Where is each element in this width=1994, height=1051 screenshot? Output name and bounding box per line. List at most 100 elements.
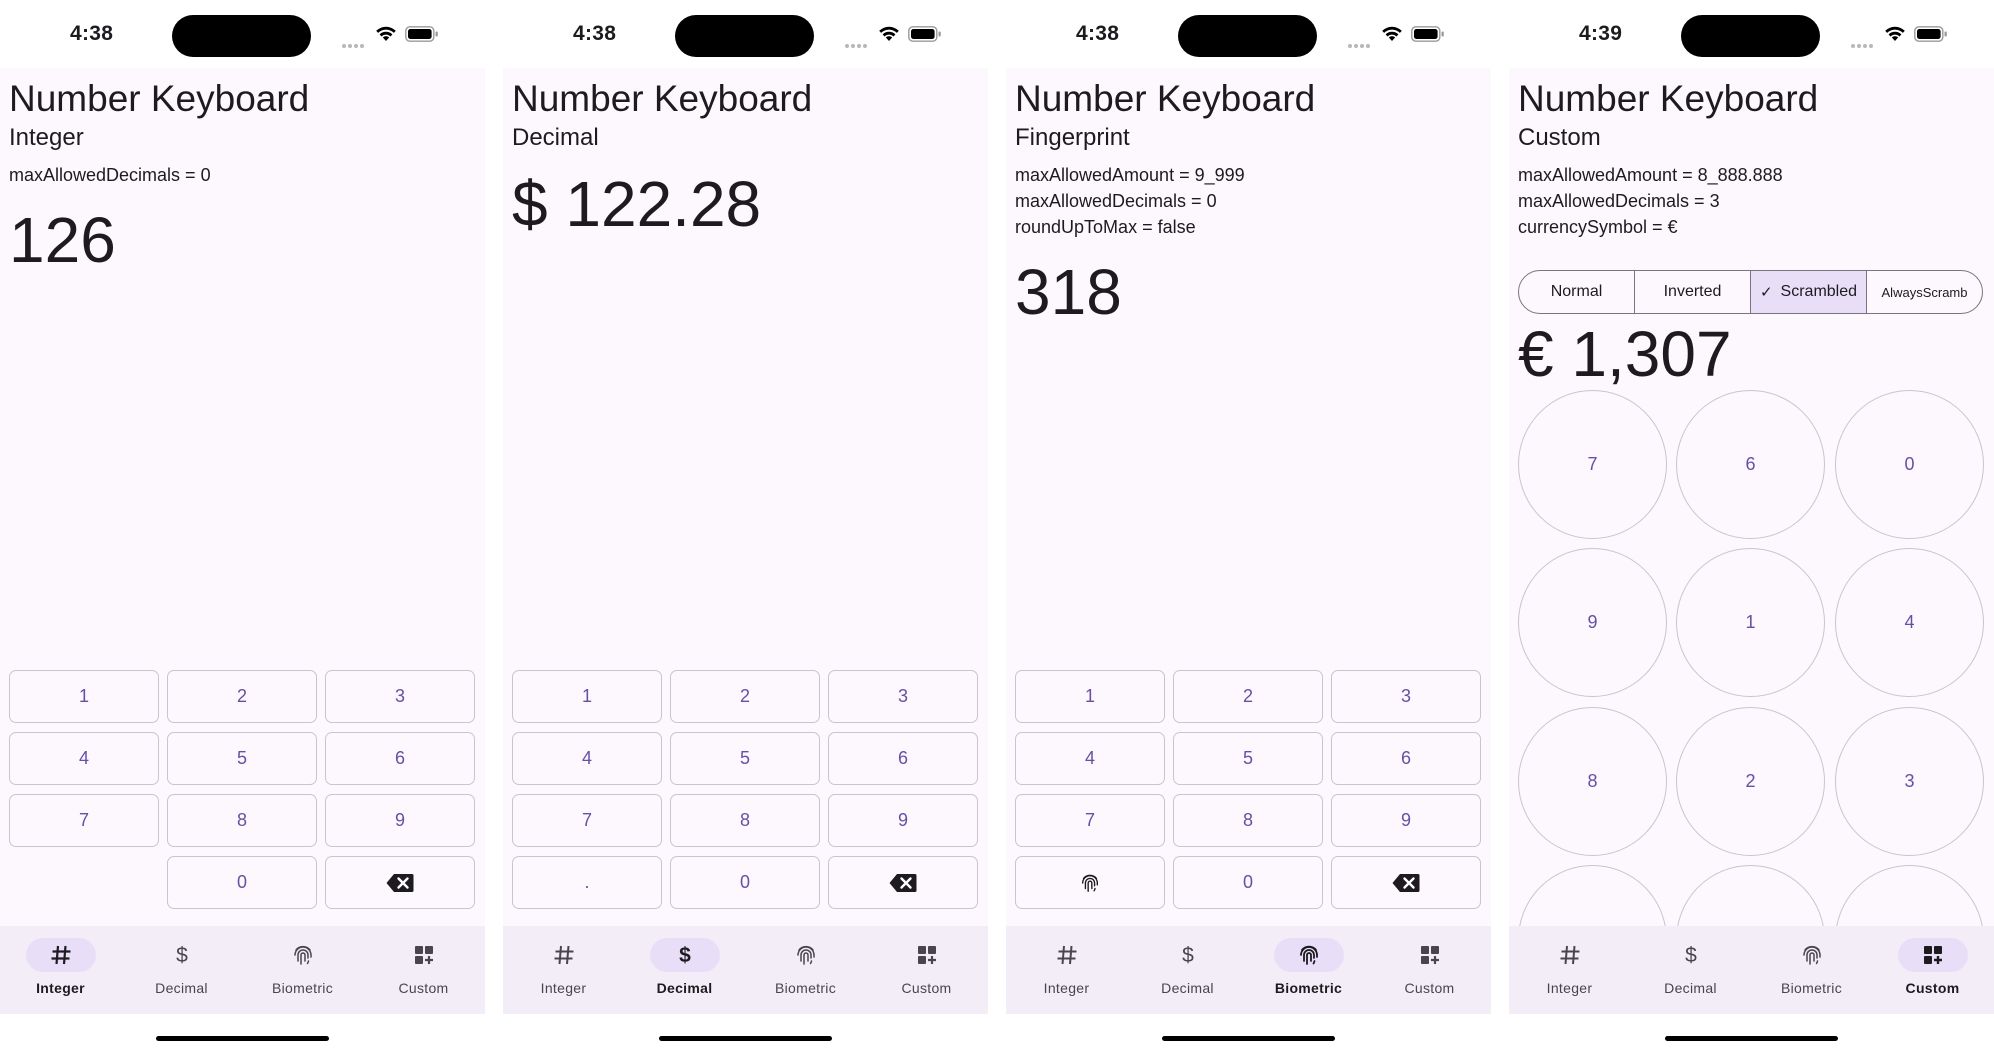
number-keypad: 1 2 3 4 5 6 7 8 9 0 — [9, 670, 475, 910]
key-partial[interactable] — [1835, 865, 1984, 926]
key-1[interactable]: 1 — [9, 670, 159, 723]
key-7[interactable]: 7 — [512, 794, 662, 847]
key-9[interactable]: 9 — [828, 794, 978, 847]
home-indicator — [1162, 1036, 1335, 1041]
key-6[interactable]: 6 — [828, 732, 978, 785]
screen: Number Keyboard Decimal $ 122.28 1 2 3 4… — [503, 68, 988, 926]
fingerprint-key[interactable] — [1015, 856, 1165, 909]
key-2[interactable]: 2 — [167, 670, 317, 723]
wifi-icon — [1382, 26, 1402, 41]
nav-label: Custom — [901, 980, 952, 996]
key-4[interactable]: 4 — [512, 732, 662, 785]
widgets-add-icon — [1924, 946, 1942, 964]
key-decimal-point[interactable]: . — [512, 856, 662, 909]
key-0[interactable]: 0 — [670, 856, 820, 909]
key-0[interactable]: 0 — [167, 856, 317, 909]
cellular-icon — [1851, 35, 1877, 48]
key-4[interactable]: 4 — [1015, 732, 1165, 785]
nav-label: Integer — [540, 980, 587, 996]
segment-normal[interactable]: Normal — [1519, 271, 1635, 313]
key-7[interactable]: 7 — [1518, 390, 1667, 539]
key-3[interactable]: 3 — [1331, 670, 1481, 723]
key-8[interactable]: 8 — [670, 794, 820, 847]
nav-indicator — [389, 938, 459, 972]
key-9[interactable]: 9 — [1331, 794, 1481, 847]
nav-item-biometric[interactable]: Biometric — [1248, 926, 1369, 1014]
nav-item-integer[interactable]: Integer — [1006, 926, 1127, 1014]
key-8[interactable]: 8 — [1518, 707, 1667, 856]
nav-item-custom[interactable]: Custom — [866, 926, 987, 1014]
segment-inverted[interactable]: Inverted — [1635, 271, 1751, 313]
key-7[interactable]: 7 — [9, 794, 159, 847]
key-2[interactable]: 2 — [670, 670, 820, 723]
nav-item-integer[interactable]: Integer — [503, 926, 624, 1014]
nav-item-biometric[interactable]: Biometric — [1751, 926, 1872, 1014]
key-2[interactable]: 2 — [1173, 670, 1323, 723]
status-time: 4:38 — [70, 22, 114, 45]
key-1[interactable]: 1 — [512, 670, 662, 723]
nav-item-decimal[interactable]: $ Decimal — [1127, 926, 1248, 1014]
phone-integer: 4:38 Number Keyboard Integer maxAllowedD… — [0, 0, 485, 1051]
key-1[interactable]: 1 — [1015, 670, 1165, 723]
key-7[interactable]: 7 — [1015, 794, 1165, 847]
backspace-icon — [889, 873, 917, 892]
key-5[interactable]: 5 — [1173, 732, 1323, 785]
nav-item-decimal[interactable]: $ Decimal — [624, 926, 745, 1014]
wifi-icon — [879, 26, 899, 41]
nav-label: Biometric — [774, 980, 837, 996]
app-title: Number Keyboard — [9, 78, 310, 119]
key-2[interactable]: 2 — [1676, 707, 1825, 856]
key-5[interactable]: 5 — [167, 732, 317, 785]
status-bar: 4:38 — [503, 0, 988, 68]
nav-item-biometric[interactable]: Biometric — [745, 926, 866, 1014]
key-0[interactable]: 0 — [1173, 856, 1323, 909]
nav-label: Decimal — [1664, 980, 1717, 996]
nav-item-custom[interactable]: Custom — [1369, 926, 1490, 1014]
key-0[interactable]: 0 — [1835, 390, 1984, 539]
key-partial[interactable] — [1518, 865, 1667, 926]
dynamic-island — [1681, 15, 1820, 57]
segment-always-scrambled[interactable]: AlwaysScramb — [1867, 271, 1982, 313]
scrambled-keypad: 7 6 0 9 1 4 8 2 3 — [1518, 390, 1988, 926]
nav-item-decimal[interactable]: $ Decimal — [121, 926, 242, 1014]
key-3[interactable]: 3 — [1835, 707, 1984, 856]
backspace-key[interactable] — [828, 856, 978, 909]
nav-item-integer[interactable]: Integer — [0, 926, 121, 1014]
phone-biometric: 4:38 Number Keyboard Fingerprint maxAllo… — [1006, 0, 1491, 1051]
key-3[interactable]: 3 — [828, 670, 978, 723]
screen-subtitle: Integer — [9, 124, 84, 151]
segment-scrambled[interactable]: ✓ Scrambled — [1751, 271, 1867, 313]
nav-indicator — [1777, 938, 1847, 972]
nav-item-decimal[interactable]: $ Decimal — [1630, 926, 1751, 1014]
key-6[interactable]: 6 — [325, 732, 475, 785]
key-5[interactable]: 5 — [670, 732, 820, 785]
nav-item-custom[interactable]: Custom — [363, 926, 484, 1014]
hash-icon — [554, 945, 574, 965]
nav-item-integer[interactable]: Integer — [1509, 926, 1630, 1014]
nav-item-biometric[interactable]: Biometric — [242, 926, 363, 1014]
key-9[interactable]: 9 — [325, 794, 475, 847]
dynamic-island — [172, 15, 311, 57]
svg-text:$: $ — [1182, 944, 1194, 967]
params-list: maxAllowedAmount = 8_888.888 maxAllowedD… — [1518, 162, 1783, 240]
keyboard-mode-segmented-control: Normal Inverted ✓ Scrambled AlwaysScramb — [1518, 270, 1983, 314]
nav-indicator — [771, 938, 841, 972]
status-time: 4:38 — [573, 22, 617, 45]
svg-text:$: $ — [1685, 944, 1697, 967]
key-partial[interactable] — [1676, 865, 1825, 926]
key-8[interactable]: 8 — [167, 794, 317, 847]
key-8[interactable]: 8 — [1173, 794, 1323, 847]
backspace-key[interactable] — [325, 856, 475, 909]
key-1[interactable]: 1 — [1676, 548, 1825, 697]
backspace-key[interactable] — [1331, 856, 1481, 909]
key-6[interactable]: 6 — [1331, 732, 1481, 785]
nav-item-custom[interactable]: Custom — [1872, 926, 1993, 1014]
key-6[interactable]: 6 — [1676, 390, 1825, 539]
key-4[interactable]: 4 — [1835, 548, 1984, 697]
key-3[interactable]: 3 — [325, 670, 475, 723]
param-line: maxAllowedDecimals = 3 — [1518, 191, 1720, 211]
key-9[interactable]: 9 — [1518, 548, 1667, 697]
bottom-navigation-bar: Integer $ Decimal Biometric Custom — [1006, 926, 1491, 1014]
nav-label: Decimal — [1161, 980, 1214, 996]
key-4[interactable]: 4 — [9, 732, 159, 785]
